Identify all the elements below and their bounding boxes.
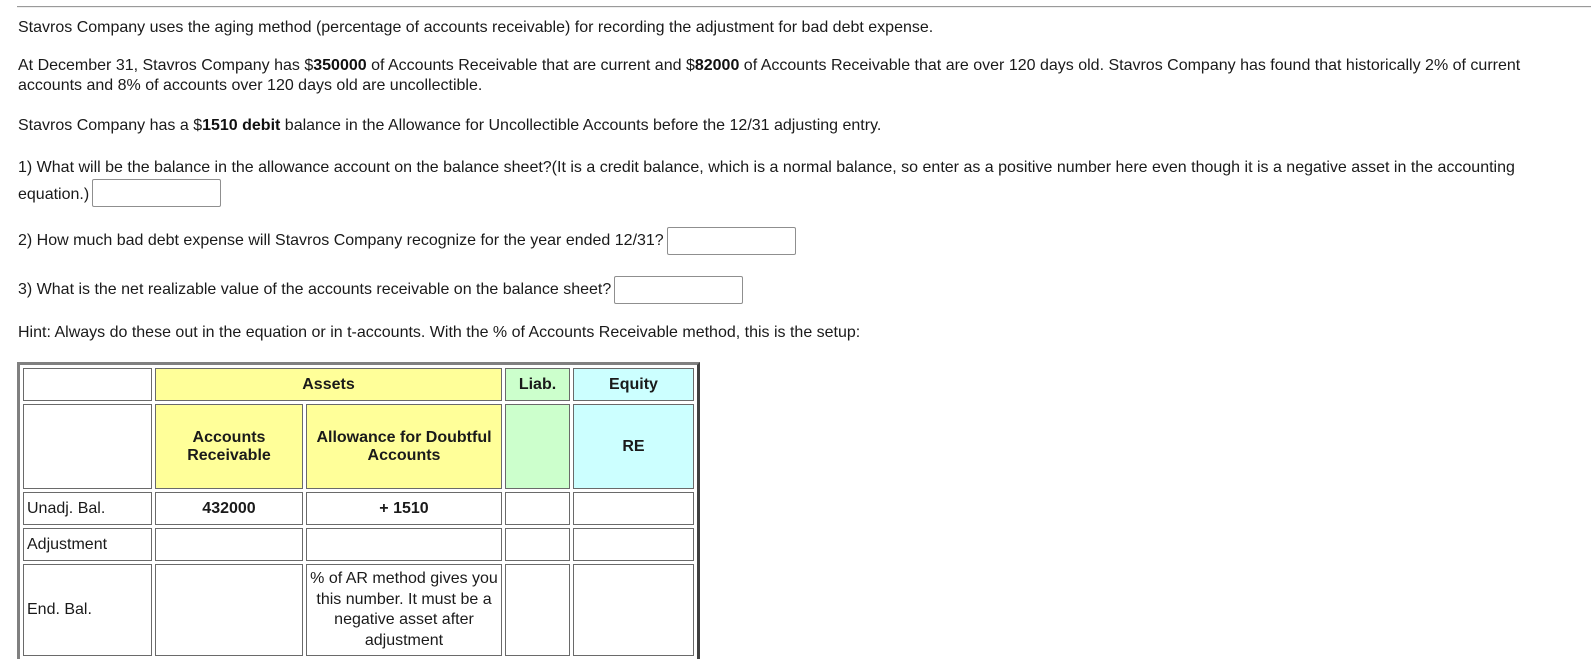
question-3-text: 3) What is the net realizable value of t… [18, 281, 612, 298]
question-1-text: 1) What will be the balance in the allow… [18, 159, 1515, 203]
table-row: Unadj. Bal. 432000 + 1510 [23, 492, 694, 525]
corner-cell [23, 368, 152, 401]
equity-cell [573, 564, 694, 656]
ar-cell [155, 564, 303, 656]
accounting-equation-table: Assets Liab. Equity Accounts Receivable … [17, 362, 700, 659]
liabilities-header: Liab. [505, 368, 570, 401]
ar-cell [155, 528, 303, 561]
equity-cell [573, 528, 694, 561]
allowance-balance-statement: Stavros Company has a $1510 debit balanc… [18, 116, 881, 136]
equity-cell [573, 492, 694, 525]
ar-cell: 432000 [155, 492, 303, 525]
row-label: Unadj. Bal. [23, 492, 152, 525]
row-label: Adjustment [23, 528, 152, 561]
retained-earnings-header: RE [573, 404, 694, 489]
question-1: 1) What will be the balance in the allow… [18, 154, 1578, 208]
allowance-header: Allowance for Doubtful Accounts [306, 404, 502, 489]
facts-text-2: of Accounts Receivable that are current … [366, 57, 695, 74]
question-3: 3) What is the net realizable value of t… [18, 274, 744, 306]
table-row: End. Bal. % of AR method gives you this … [23, 564, 694, 656]
hint-text: Hint: Always do these out in the equatio… [18, 324, 861, 341]
accounts-receivable-header: Accounts Receivable [155, 404, 303, 489]
allowance-cell [306, 528, 502, 561]
liabilities-column-header [505, 404, 570, 489]
liabilities-cell [505, 492, 570, 525]
row-label: End. Bal. [23, 564, 152, 656]
column-header-row: Accounts Receivable Allowance for Doubtf… [23, 404, 694, 489]
facts-text-1: At December 31, Stavros Company has $ [18, 57, 314, 74]
problem-intro: Stavros Company uses the aging method (p… [18, 19, 934, 36]
question-2: 2) How much bad debt expense will Stavro… [18, 225, 796, 257]
setup-table-container: Assets Liab. Equity Accounts Receivable … [17, 362, 700, 659]
assets-header: Assets [155, 368, 502, 401]
allowance-text-1: Stavros Company has a $ [18, 117, 203, 134]
question-2-text: 2) How much bad debt expense will Stavro… [18, 232, 664, 249]
allowance-text-2: balance in the Allowance for Uncollectib… [280, 117, 882, 134]
group-header-row: Assets Liab. Equity [23, 368, 694, 401]
liabilities-cell [505, 528, 570, 561]
top-divider [17, 6, 1591, 8]
table-row: Adjustment [23, 528, 694, 561]
allowance-note-cell: % of AR method gives you this number. It… [306, 564, 502, 656]
row-label-header [23, 404, 152, 489]
question-1-answer-input[interactable] [92, 178, 222, 207]
allowance-cell: + 1510 [306, 492, 502, 525]
question-2-answer-input[interactable] [666, 226, 796, 255]
old-ar-amount: 82000 [694, 57, 740, 74]
liabilities-cell [505, 564, 570, 656]
equity-header: Equity [573, 368, 694, 401]
problem-facts: At December 31, Stavros Company has $350… [18, 56, 1578, 96]
allowance-amount: 1510 debit [202, 117, 281, 134]
current-ar-amount: 350000 [313, 57, 367, 74]
question-3-answer-input[interactable] [614, 275, 744, 304]
